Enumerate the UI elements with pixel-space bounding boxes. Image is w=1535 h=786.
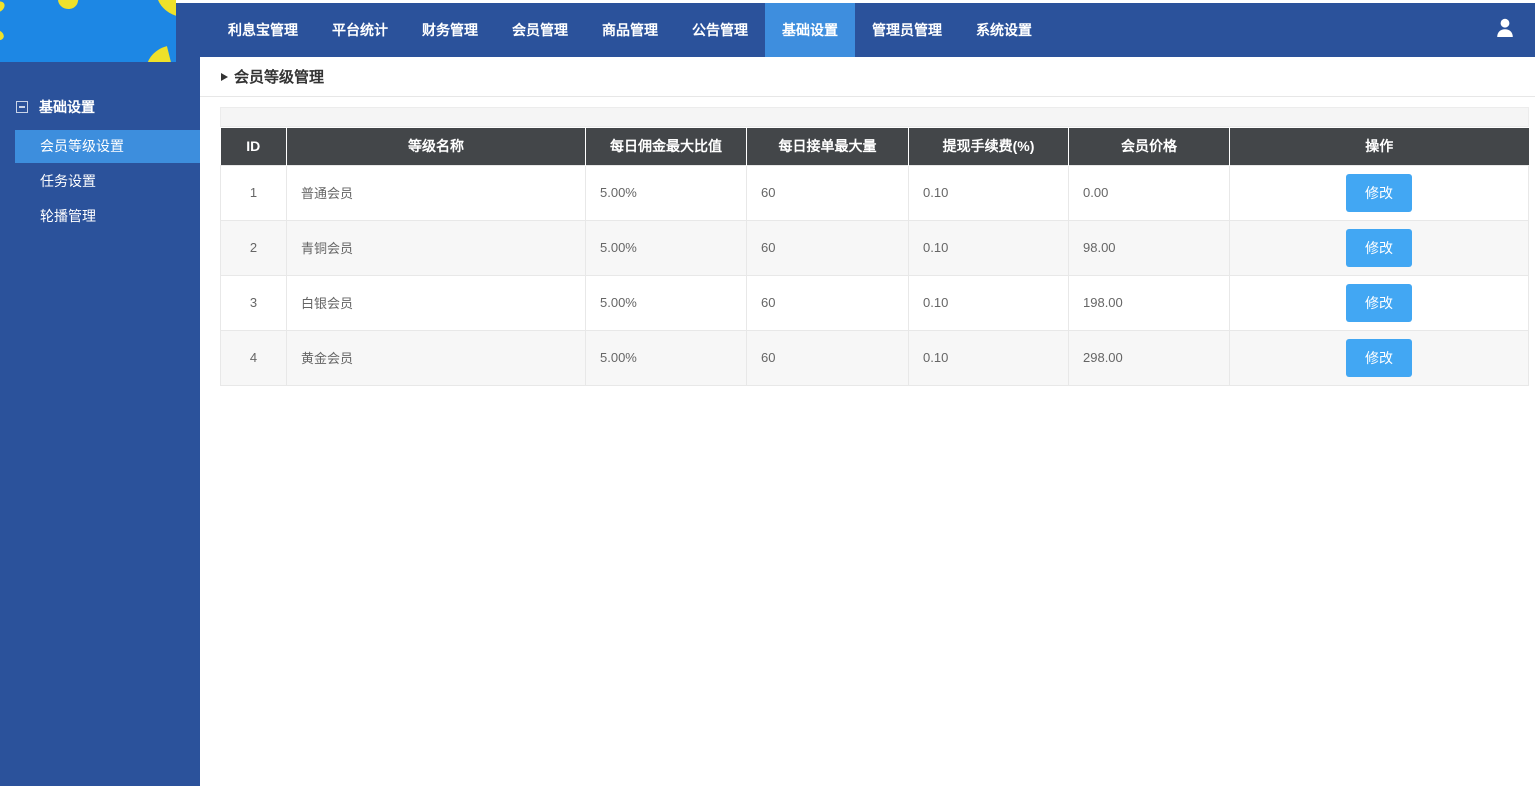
top-nav-item[interactable]: 系统设置 [959,3,1049,57]
table-body: 1 普通会员 5.00% 60 0.10 0.00 修改 2 青铜会员 5.00% 60 0.10 98… [220,164,1529,386]
cell-id: 2 [220,219,287,276]
cell-action: 修改 [1229,274,1529,331]
cell-orders: 60 [746,219,909,276]
logo-leaf-icon [56,0,80,11]
edit-button[interactable]: 修改 [1346,283,1412,322]
collapse-minus-icon [16,101,28,113]
table-header-cell: 每日接单最大量 [746,128,909,165]
cell-id: 3 [220,274,287,331]
main-content: 会员等级管理 ID 等级名称 每日佣金最大比值 每日接单最大量 提现手续费(%) 会员价格… [200,57,1535,786]
cell-fee: 0.10 [908,219,1069,276]
cell-id: 1 [220,164,287,221]
cell-commission: 5.00% [585,329,747,386]
sidebar-item[interactable]: 会员等级设置 [15,130,200,163]
logo-leaf-icon [151,0,176,17]
cell-price: 298.00 [1068,329,1230,386]
top-bar: 利息宝管理 平台统计 财务管理 会员管理 商品管理 公告管理 基础设置 管理员管理 系统设置 [0,0,1535,57]
cell-name: 普通会员 [286,164,586,221]
cell-fee: 0.10 [908,274,1069,331]
table-header-cell: 每日佣金最大比值 [585,128,747,165]
cell-fee: 0.10 [908,329,1069,386]
table-header-cell: 操作 [1229,128,1529,165]
edit-button[interactable]: 修改 [1346,228,1412,267]
member-level-panel: ID 等级名称 每日佣金最大比值 每日接单最大量 提现手续费(%) 会员价格 操作 1 普通会… [220,107,1529,386]
sidebar-group-label: 基础设置 [39,99,95,115]
table-header-row: ID 等级名称 每日佣金最大比值 每日接单最大量 提现手续费(%) 会员价格 操作 [220,128,1529,165]
table-row: 4 黄金会员 5.00% 60 0.10 298.00 修改 [220,329,1529,386]
breadcrumb: 会员等级管理 [200,57,1535,97]
table-header-cell: 提现手续费(%) [908,128,1069,165]
table-header-cell: ID [220,128,287,165]
cell-commission: 5.00% [585,274,747,331]
user-icon [1493,16,1517,45]
cell-action: 修改 [1229,219,1529,276]
sidebar-item[interactable]: 任务设置 [0,165,200,198]
cell-price: 98.00 [1068,219,1230,276]
page-title: 会员等级管理 [234,69,325,86]
table-row: 3 白银会员 5.00% 60 0.10 198.00 修改 [220,274,1529,331]
sidebar-item[interactable]: 轮播管理 [0,200,200,233]
member-level-table: ID 等级名称 每日佣金最大比值 每日接单最大量 提现手续费(%) 会员价格 操作 1 普通会… [220,128,1529,386]
top-nav-item[interactable]: 公告管理 [675,3,765,57]
cell-price: 0.00 [1068,164,1230,221]
user-menu-button[interactable] [1491,16,1519,44]
cell-action: 修改 [1229,329,1529,386]
sidebar-items: 会员等级设置 任务设置 轮播管理 [0,130,200,235]
sidebar-group-basic-settings[interactable]: 基础设置 [16,97,200,117]
cell-action: 修改 [1229,164,1529,221]
top-nav-item[interactable]: 利息宝管理 [211,3,315,57]
cell-fee: 0.10 [908,164,1069,221]
cell-orders: 60 [746,164,909,221]
top-nav-item[interactable]: 平台统计 [315,3,405,57]
top-nav-item[interactable]: 基础设置 [765,3,855,57]
logo-leaf-icon [0,0,7,15]
logo-leaf-icon [0,27,6,43]
table-row: 2 青铜会员 5.00% 60 0.10 98.00 修改 [220,219,1529,276]
caret-right-icon [221,72,228,81]
edit-button[interactable]: 修改 [1346,173,1412,212]
top-nav-item[interactable]: 财务管理 [405,3,495,57]
top-nav-item[interactable]: 会员管理 [495,3,585,57]
cell-id: 4 [220,329,287,386]
cell-name: 白银会员 [286,274,586,331]
table-header-cell: 等级名称 [286,128,586,165]
top-nav: 利息宝管理 平台统计 财务管理 会员管理 商品管理 公告管理 基础设置 管理员管理 系统设置 [0,3,1535,57]
top-nav-item[interactable]: 管理员管理 [855,3,959,57]
cell-price: 198.00 [1068,274,1230,331]
cell-orders: 60 [746,329,909,386]
top-nav-items: 利息宝管理 平台统计 财务管理 会员管理 商品管理 公告管理 基础设置 管理员管理 系统设置 [200,3,1049,57]
top-nav-item[interactable]: 商品管理 [585,3,675,57]
cell-name: 青铜会员 [286,219,586,276]
cell-commission: 5.00% [585,164,747,221]
cell-name: 黄金会员 [286,329,586,386]
edit-button[interactable]: 修改 [1346,338,1412,377]
logo-leaf-icon [141,46,173,62]
app-logo[interactable] [0,0,176,62]
table-header-cell: 会员价格 [1068,128,1230,165]
cell-commission: 5.00% [585,219,747,276]
panel-toolbar [220,107,1529,127]
table-row: 1 普通会员 5.00% 60 0.10 0.00 修改 [220,164,1529,221]
cell-orders: 60 [746,274,909,331]
sidebar: 基础设置 会员等级设置 任务设置 轮播管理 [0,57,200,786]
